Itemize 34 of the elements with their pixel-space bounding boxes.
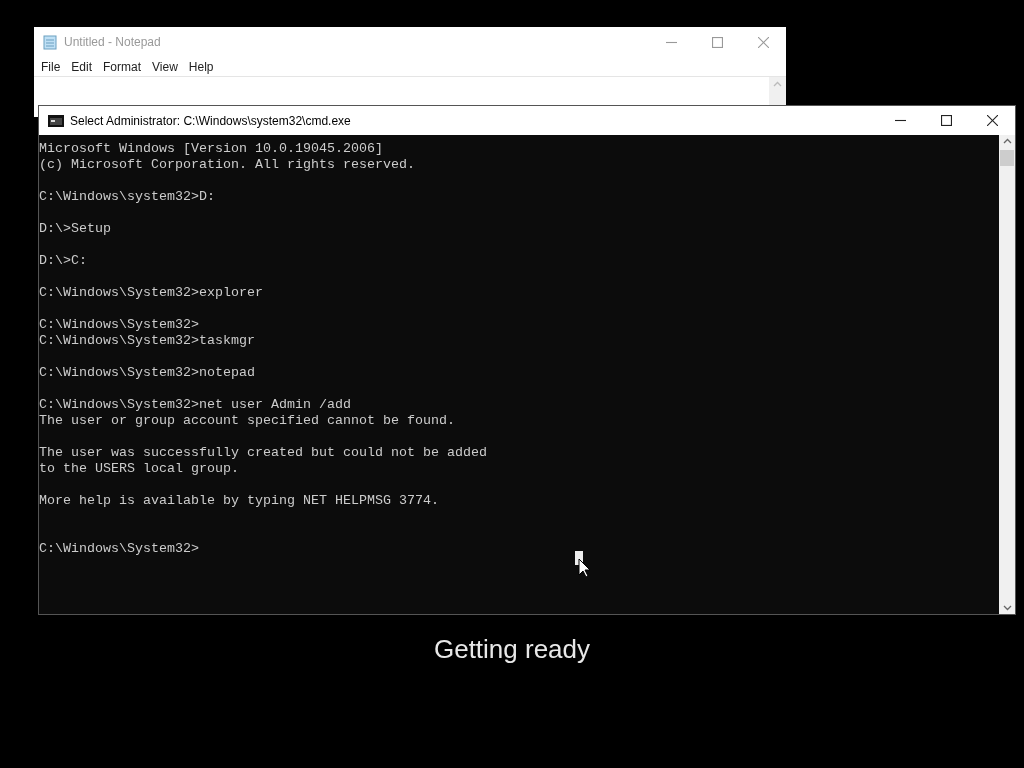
status-text: Getting ready bbox=[433, 633, 591, 666]
console-line: D:\>C: bbox=[39, 253, 88, 269]
console-line: C:\Windows\System32> bbox=[39, 541, 200, 557]
scroll-down-icon[interactable] bbox=[1002, 605, 1012, 611]
console-line: (c) Microsoft Corporation. All rights reserved. bbox=[39, 157, 416, 173]
close-icon bbox=[757, 36, 769, 48]
console-line: D:\>Setup bbox=[39, 221, 112, 237]
notepad-icon bbox=[42, 34, 58, 50]
console-icon bbox=[48, 114, 64, 127]
menu-item[interactable]: Format bbox=[98, 57, 147, 76]
console-line: C:\Windows\System32>notepad bbox=[39, 365, 256, 381]
console-line: C:\Windows\System32>explorer bbox=[39, 285, 264, 301]
menu-item[interactable]: Edit bbox=[66, 57, 98, 76]
console-line: C:\Windows\System32> bbox=[39, 317, 200, 333]
scroll-up-icon[interactable] bbox=[1002, 138, 1012, 144]
window-title: Select Administrator: C:\Windows\system32\cmd.exe bbox=[70, 112, 351, 130]
mouse-pointer-icon bbox=[575, 551, 591, 577]
scroll-thumb[interactable] bbox=[1000, 150, 1014, 166]
maximize-icon bbox=[711, 36, 723, 48]
console-line: The user or group account specified cannot be found. bbox=[39, 413, 456, 429]
menu-item[interactable]: Help bbox=[183, 57, 219, 76]
menu-item[interactable]: View bbox=[147, 57, 183, 76]
console-line: C:\Windows\System32>net user Admin /add bbox=[39, 397, 352, 413]
maximize-icon bbox=[940, 115, 952, 126]
console-line: The user was successfully created but could not be added bbox=[39, 445, 488, 461]
console-line: C:\Windows\system32>D: bbox=[39, 189, 216, 205]
close-icon bbox=[986, 115, 998, 126]
console-line: Microsoft Windows [Version 10.0.19045.2006] bbox=[39, 141, 384, 157]
console-line: More help is available by typing NET HELPMSG 3774. bbox=[39, 493, 440, 509]
console-line: to the USERS local group. bbox=[39, 461, 240, 477]
console-line: C:\Windows\System32>taskmgr bbox=[39, 333, 256, 349]
scrollbar[interactable] bbox=[999, 135, 1015, 614]
menu-item[interactable]: File bbox=[36, 57, 66, 76]
window-title: Untitled - Notepad bbox=[64, 34, 161, 51]
